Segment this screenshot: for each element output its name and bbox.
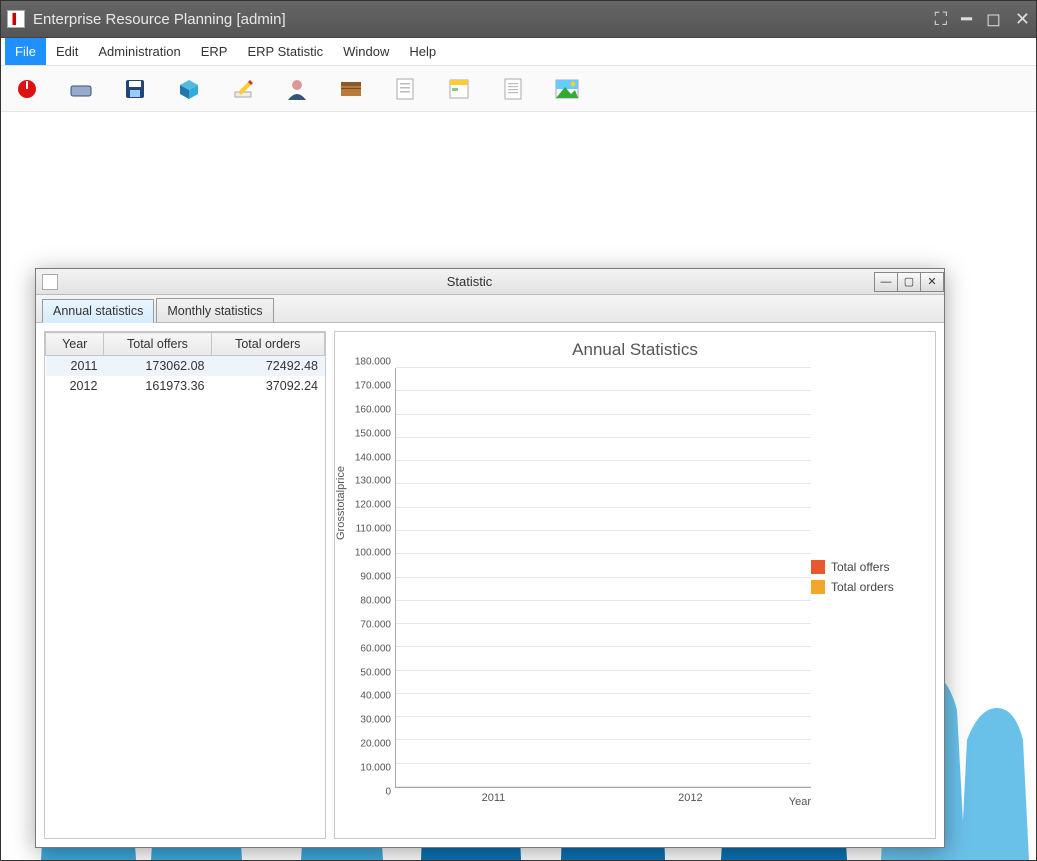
app-icon: ▌ [7, 10, 25, 28]
menu-file[interactable]: File [5, 38, 46, 65]
ytick: 30.000 [360, 715, 391, 726]
app-window: ▌ Enterprise Resource Planning [admin] ⛶… [0, 0, 1037, 861]
close-icon[interactable]: ✕ [1015, 9, 1030, 30]
xtick: 2012 [592, 792, 789, 826]
statistic-window: Statistic — ▢ ✕ Annual statisticsMonthly… [35, 268, 945, 848]
chart-title: Annual Statistics [339, 340, 931, 360]
content-area: FileEditAdministrationERPERP StatisticWi… [1, 37, 1036, 860]
ytick: 40.000 [360, 691, 391, 702]
ytick: 100.000 [355, 548, 391, 559]
statistic-titlebar[interactable]: Statistic — ▢ ✕ [36, 269, 944, 295]
x-axis: 20112012Year [395, 792, 811, 826]
tab-annual-statistics[interactable]: Annual statistics [42, 299, 154, 323]
ytick: 130.000 [355, 476, 391, 487]
mdi-area: Statistic — ▢ ✕ Annual statisticsMonthly… [1, 116, 1036, 860]
save-icon[interactable] [121, 75, 149, 103]
table-row[interactable]: 2011173062.0872492.48 [46, 356, 325, 377]
picture-icon[interactable] [553, 75, 581, 103]
menubar: FileEditAdministrationERPERP StatisticWi… [1, 38, 1036, 66]
cube-icon[interactable] [175, 75, 203, 103]
sheet-icon[interactable] [499, 75, 527, 103]
ytick: 10.000 [360, 763, 391, 774]
y-axis-label: Grosstotalprice [335, 466, 347, 540]
ytick: 140.000 [355, 452, 391, 463]
ytick: 80.000 [360, 595, 391, 606]
document-icon[interactable] [391, 75, 419, 103]
menu-administration[interactable]: Administration [88, 38, 190, 65]
menu-erp-statistic[interactable]: ERP Statistic [237, 38, 333, 65]
data-table[interactable]: YearTotal offersTotal orders2011173062.0… [45, 332, 325, 396]
col-total-offers[interactable]: Total offers [104, 333, 211, 356]
ytick: 160.000 [355, 404, 391, 415]
chart-pane: Annual Statistics Grosstotalprice 0 10.00… [334, 331, 936, 839]
ytick: 70.000 [360, 619, 391, 630]
legend-orders: Total orders [811, 580, 931, 594]
power-icon[interactable] [13, 75, 41, 103]
xtick: 2011 [395, 792, 592, 826]
ytick: 50.000 [360, 667, 391, 678]
edit-icon[interactable] [229, 75, 257, 103]
ytick: 180.000 [355, 357, 391, 368]
chart-plot [395, 368, 811, 788]
maximize-icon[interactable]: ◻ [986, 9, 1001, 30]
x-axis-label: Year [789, 796, 811, 826]
statistic-window-title: Statistic [64, 274, 875, 289]
ytick: 20.000 [360, 739, 391, 750]
col-year[interactable]: Year [46, 333, 104, 356]
ytick: 110.000 [356, 524, 391, 535]
sub-close-button[interactable]: ✕ [920, 272, 944, 292]
ytick: 60.000 [360, 643, 391, 654]
toolbar [1, 66, 1036, 112]
menu-window[interactable]: Window [333, 38, 399, 65]
ytick: 0 [385, 787, 391, 798]
col-total-orders[interactable]: Total orders [211, 333, 324, 356]
ytick: 170.000 [355, 380, 391, 391]
tab-monthly-statistics[interactable]: Monthly statistics [156, 298, 273, 322]
hdd-icon[interactable] [67, 75, 95, 103]
minimize-icon[interactable]: ━ [961, 9, 972, 30]
data-table-pane: YearTotal offersTotal orders2011173062.0… [44, 331, 326, 839]
app-title: Enterprise Resource Planning [admin] [33, 11, 286, 28]
statistic-window-icon [42, 274, 58, 290]
tabs-strip: Annual statisticsMonthly statistics [36, 295, 944, 323]
drawer-icon[interactable] [337, 75, 365, 103]
fullscreen-icon[interactable]: ⛶ [935, 9, 948, 30]
ytick: 90.000 [360, 572, 391, 583]
titlebar[interactable]: ▌ Enterprise Resource Planning [admin] ⛶… [1, 1, 1036, 37]
ytick: 120.000 [355, 500, 391, 511]
user-icon[interactable] [283, 75, 311, 103]
form-icon[interactable] [445, 75, 473, 103]
legend-offers: Total offers [811, 560, 931, 574]
menu-erp[interactable]: ERP [191, 38, 238, 65]
table-row[interactable]: 2012161973.3637092.24 [46, 376, 325, 396]
menu-help[interactable]: Help [399, 38, 446, 65]
sub-maximize-button[interactable]: ▢ [897, 272, 921, 292]
sub-minimize-button[interactable]: — [874, 272, 898, 292]
chart-legend: Total offers Total orders [811, 362, 931, 792]
menu-edit[interactable]: Edit [46, 38, 88, 65]
ytick: 150.000 [355, 428, 391, 439]
